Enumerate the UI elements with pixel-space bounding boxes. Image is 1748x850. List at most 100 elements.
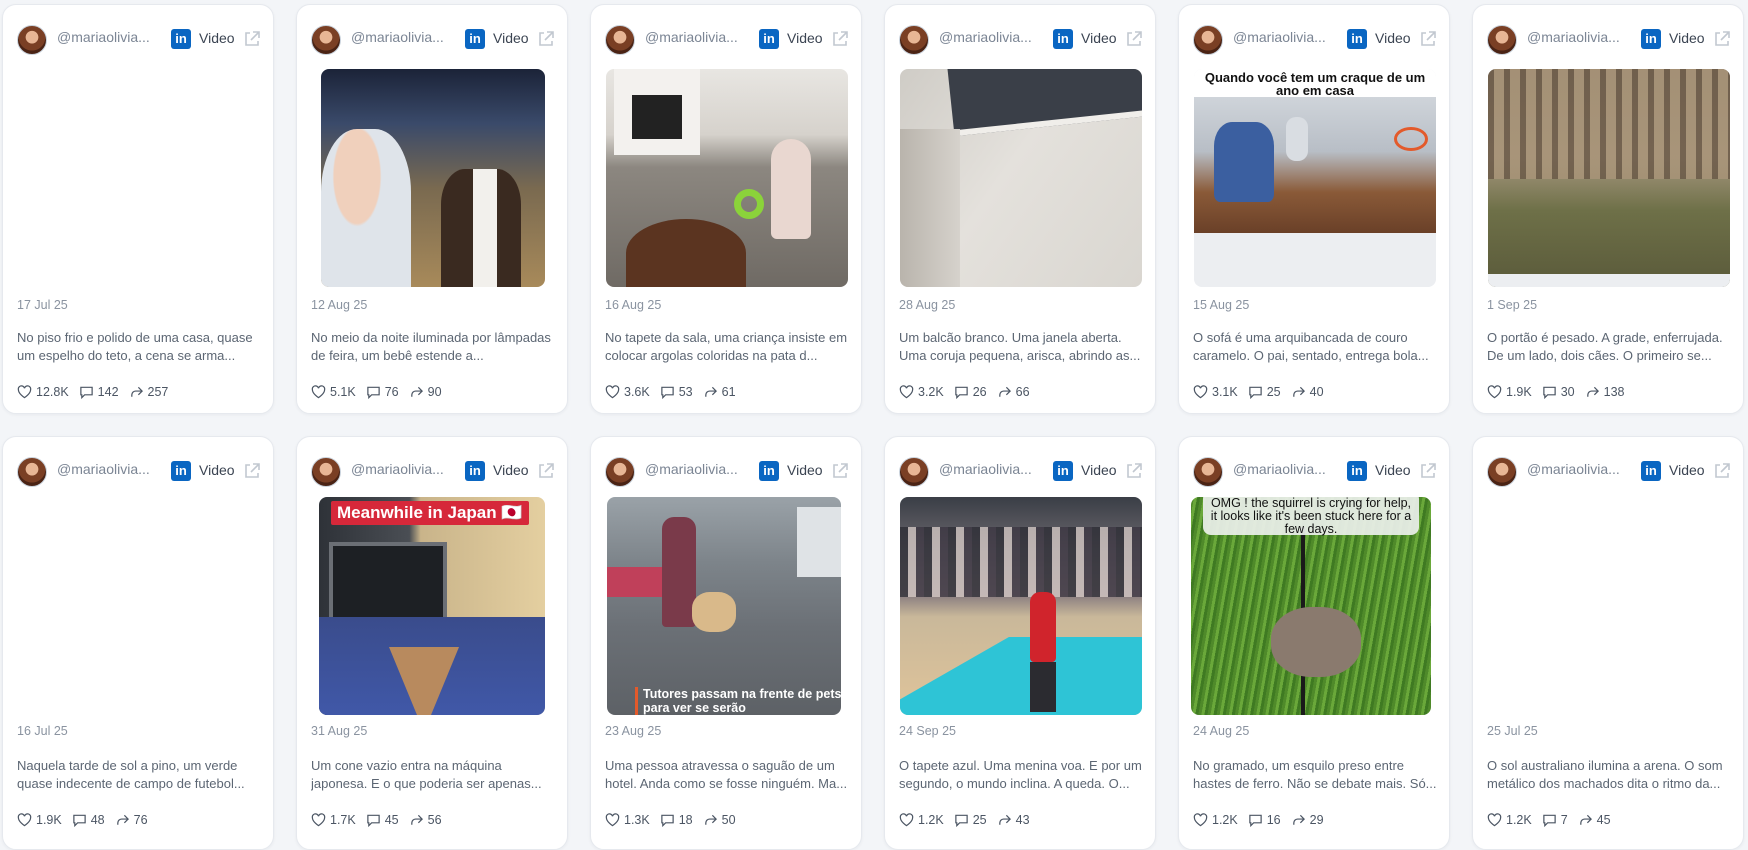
post-description: O sol australiano ilumina a arena. O som… [1487,758,1723,791]
external-link-icon[interactable] [243,462,261,480]
linkedin-icon: in [1347,461,1367,481]
post-card[interactable]: @mariaolivia... in Video 28 Aug 25 Um ba… [884,4,1156,414]
video-thumbnail[interactable]: Tutores passam na frente de pets para ve… [607,497,841,715]
external-link-icon[interactable] [1713,30,1731,48]
author-handle[interactable]: @mariaolivia... [351,29,451,45]
post-description: O portão é pesado. A grade, enferrujada.… [1487,330,1723,363]
author-handle[interactable]: @mariaolivia... [1527,461,1627,477]
share-icon [998,386,1011,397]
avatar[interactable] [17,457,47,487]
video-thumbnail[interactable] [1488,69,1730,287]
post-card[interactable]: @mariaolivia... in Video 17 Jul 25 No pi… [2,4,274,414]
avatar[interactable] [899,25,929,55]
comments-count: 26 [972,385,987,399]
heart-icon [605,813,620,827]
external-link-icon[interactable] [537,30,555,48]
post-card[interactable]: @mariaolivia... in Video 16 Aug 25 No ta… [590,4,862,414]
external-link-icon[interactable] [1419,462,1437,480]
engagement-stats: 3.6K 53 61 [605,385,746,399]
post-description: No piso frio e polido de uma casa, quase… [17,330,253,363]
shares-count: 66 [1015,385,1030,399]
video-thumbnail[interactable] [606,69,848,287]
video-thumbnail[interactable] [900,497,1142,715]
likes-count: 1.7K [330,813,356,827]
avatar[interactable] [17,25,47,55]
video-thumbnail[interactable]: OMG ! the squirrel is crying for help, i… [1191,497,1431,715]
post-card[interactable]: @mariaolivia... in Video 24 Sep 25 O tap… [884,436,1156,850]
engagement-stats: 1.9K 30 138 [1487,385,1634,399]
media-placeholder[interactable] [1488,501,1730,719]
author-handle[interactable]: @mariaolivia... [645,461,745,477]
author-handle[interactable]: @mariaolivia... [57,29,157,45]
video-thumbnail[interactable]: Meanwhile in Japan 🇯🇵 [319,497,545,715]
video-caption-overlay: OMG ! the squirrel is crying for help, i… [1210,497,1412,536]
avatar[interactable] [605,25,635,55]
linkedin-icon: in [1053,29,1073,49]
author-handle[interactable]: @mariaolivia... [939,461,1039,477]
media-placeholder[interactable] [18,501,260,719]
author-handle[interactable]: @mariaolivia... [939,29,1039,45]
heart-icon [17,813,32,827]
post-card[interactable]: @mariaolivia... in Video Meanwhile in Ja… [296,436,568,850]
post-date: 16 Jul 25 [17,724,68,738]
card-header: @mariaolivia... in Video [591,437,861,501]
comments-count: 16 [1266,813,1281,827]
avatar[interactable] [1487,25,1517,55]
external-link-icon[interactable] [1713,462,1731,480]
heart-icon [17,385,32,399]
card-header: @mariaolivia... in Video [1179,5,1449,69]
avatar[interactable] [899,457,929,487]
external-link-icon[interactable] [831,462,849,480]
post-description: O tapete azul. Uma menina voa. E por um … [899,758,1142,791]
shares-count: 257 [147,385,169,399]
video-thumbnail[interactable] [321,69,545,287]
comment-icon [72,814,86,827]
post-description: No meio da noite iluminada por lâmpadas … [311,330,551,363]
post-card[interactable]: @mariaolivia... in Video Quando você tem… [1178,4,1450,414]
video-thumbnail[interactable] [900,69,1142,287]
avatar[interactable] [311,457,341,487]
post-card[interactable]: @mariaolivia... in Video 25 Jul 25 O sol… [1472,436,1744,850]
shares-count: 40 [1309,385,1324,399]
post-card[interactable]: @mariaolivia... in Video 1 Sep 25 O port… [1472,4,1744,414]
external-link-icon[interactable] [831,30,849,48]
external-link-icon[interactable] [243,30,261,48]
engagement-stats: 1.2K 16 29 [1193,813,1334,827]
avatar[interactable] [605,457,635,487]
media-placeholder[interactable] [18,69,260,287]
author-handle[interactable]: @mariaolivia... [57,461,157,477]
post-card[interactable]: @mariaolivia... in Video 16 Jul 25 Naque… [2,436,274,850]
external-link-icon[interactable] [1419,30,1437,48]
external-link-icon[interactable] [537,462,555,480]
external-link-icon[interactable] [1125,30,1143,48]
likes-count: 3.6K [624,385,650,399]
post-card[interactable]: @mariaolivia... in Video 12 Aug 25 No me… [296,4,568,414]
author-handle[interactable]: @mariaolivia... [645,29,745,45]
video-thumbnail[interactable]: Quando você tem um craque de um ano em c… [1194,69,1436,287]
author-handle[interactable]: @mariaolivia... [1527,29,1627,45]
shares-count: 76 [133,813,148,827]
avatar[interactable] [311,25,341,55]
post-date: 31 Aug 25 [311,724,368,738]
engagement-stats: 1.3K 18 50 [605,813,746,827]
post-card[interactable]: @mariaolivia... in Video OMG ! the squir… [1178,436,1450,850]
avatar[interactable] [1193,25,1223,55]
linkedin-icon: in [1641,29,1661,49]
author-handle[interactable]: @mariaolivia... [1233,461,1333,477]
post-date: 23 Aug 25 [605,724,662,738]
post-description: No gramado, um esquilo preso entre haste… [1193,758,1437,791]
card-header: @mariaolivia... in Video [1473,437,1743,501]
post-card[interactable]: @mariaolivia... in Video Tutores passam … [590,436,862,850]
external-link-icon[interactable] [1125,462,1143,480]
post-date: 24 Aug 25 [1193,724,1250,738]
comments-count: 25 [972,813,987,827]
comments-count: 30 [1560,385,1575,399]
comment-icon [1542,386,1556,399]
author-handle[interactable]: @mariaolivia... [1233,29,1333,45]
avatar[interactable] [1487,457,1517,487]
author-handle[interactable]: @mariaolivia... [351,461,451,477]
avatar[interactable] [1193,457,1223,487]
post-type-label: Video [1081,30,1117,46]
post-date: 12 Aug 25 [311,298,368,312]
post-description: Naquela tarde de sol a pino, um verde qu… [17,758,245,791]
